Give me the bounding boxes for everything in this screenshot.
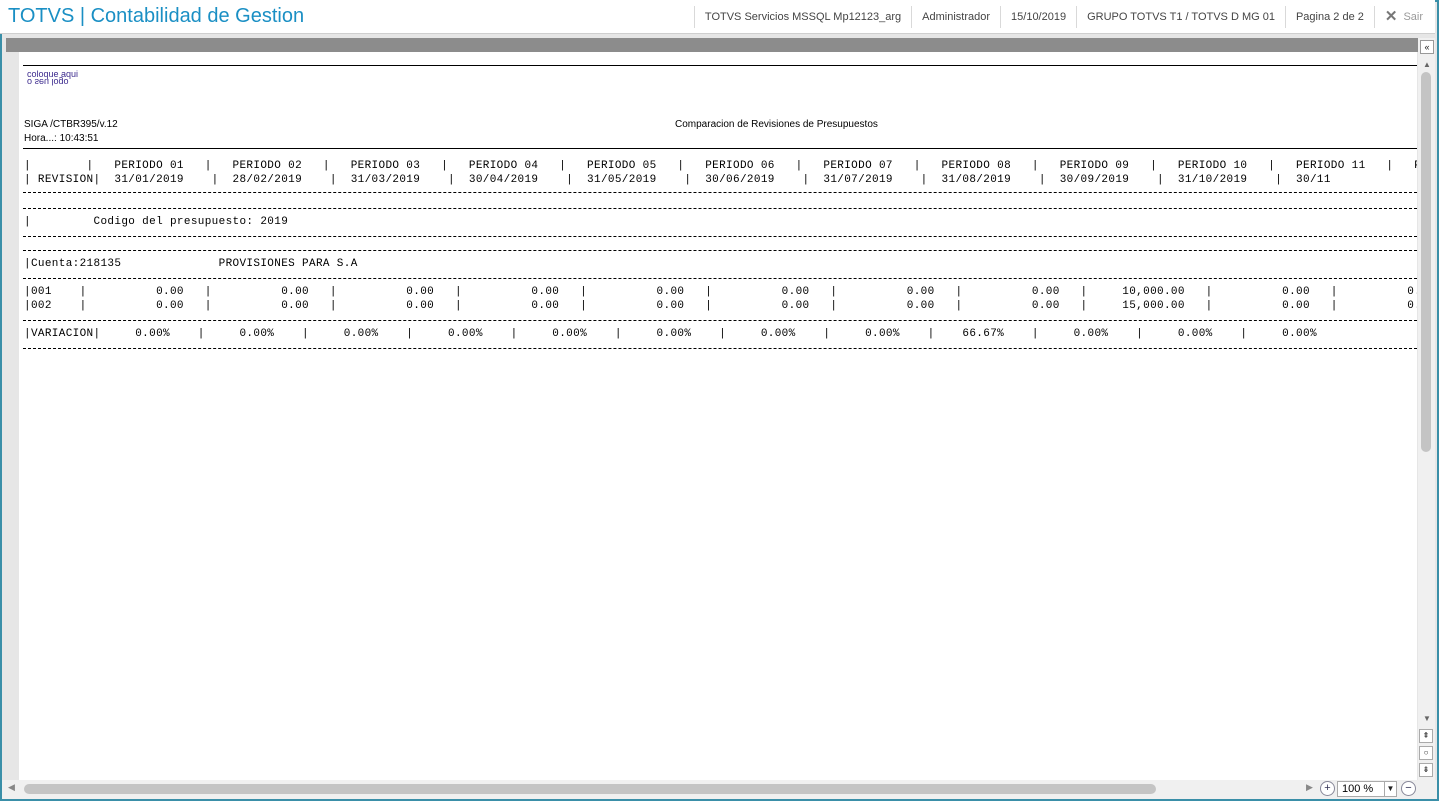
zoom-value: 100 % xyxy=(1342,783,1374,795)
scroll-up-icon[interactable]: ▲ xyxy=(1421,60,1433,69)
report-title: Comparacion de Revisiones de Presupuesto… xyxy=(675,119,878,130)
zoom-in-icon[interactable]: + xyxy=(1320,781,1335,796)
close-icon: ✕ xyxy=(1384,8,1398,25)
report-page: coloque aqui o seu logo SIGA /CTBR395/v.… xyxy=(19,52,1417,780)
variation-row: |VARIACION| 0.00% | 0.00% | 0.00% | 0.00… xyxy=(24,328,1317,340)
zoom-out-icon[interactable]: − xyxy=(1401,781,1416,796)
exit-label: Sair xyxy=(1403,11,1423,23)
period-header-row: | | PERIODO 01 | PERIODO 02 | PERIODO 03… xyxy=(24,160,1417,172)
column-header-rule xyxy=(23,192,1417,193)
budget-top-rule xyxy=(23,208,1417,209)
header-rule xyxy=(23,148,1417,149)
budget-bottom-rule xyxy=(23,236,1417,237)
report-top-strip xyxy=(6,38,1420,52)
vertical-scroll-thumb[interactable] xyxy=(1421,72,1431,452)
revision-date-row: | REVISION| 31/01/2019 | 28/02/2019 | 31… xyxy=(24,174,1331,186)
account-line: |Cuenta:218135 PROVISIONES PARA S.A xyxy=(24,258,358,270)
pagination-label: Pagina 2 de 2 xyxy=(1284,6,1374,28)
logo-text-line2: o seu logo xyxy=(27,77,69,87)
date-label: 15/10/2019 xyxy=(1000,6,1076,28)
variation-bottom-rule xyxy=(23,348,1417,349)
budget-code-line: | Codigo del presupuesto: 2019 xyxy=(24,216,289,228)
scroll-right-icon[interactable]: ▶ xyxy=(1306,782,1313,793)
chevron-down-icon[interactable]: ▼ xyxy=(1384,782,1396,796)
table-row: |001 | 0.00 | 0.00 | 0.00 | 0.00 | 0.00 … xyxy=(24,286,1417,298)
horizontal-scroll-thumb[interactable] xyxy=(24,784,1156,794)
scroll-left-icon[interactable]: ◀ xyxy=(8,782,15,793)
app-header: TOTVS | Contabilidad de Gestion TOTVS Se… xyxy=(0,0,1435,34)
app-title: TOTVS | Contabilidad de Gestion xyxy=(8,5,305,27)
first-page-icon[interactable]: ⇞ xyxy=(1419,729,1433,743)
user-label: Administrador xyxy=(911,6,1000,28)
program-id: SIGA /CTBR395/v.12 xyxy=(24,119,118,130)
goto-page-icon[interactable]: ○ xyxy=(1419,746,1433,760)
report-top-rule xyxy=(23,65,1417,66)
variation-top-rule xyxy=(23,320,1417,321)
collapse-panel-icon[interactable]: « xyxy=(1420,40,1434,54)
header-info-bar: TOTVS Servicios MSSQL Mp12123_arg Admini… xyxy=(693,6,1435,28)
company-label: GRUPO TOTVS T1 / TOTVS D MG 01 xyxy=(1076,6,1285,28)
company-logo: coloque aqui o seu logo xyxy=(27,70,78,88)
scroll-down-icon[interactable]: ▼ xyxy=(1421,714,1433,723)
account-bottom-rule xyxy=(23,278,1417,279)
report-time: Hora...: 10:43:51 xyxy=(24,133,99,144)
table-row: |002 | 0.00 | 0.00 | 0.00 | 0.00 | 0.00 … xyxy=(24,300,1417,312)
environment-label: TOTVS Servicios MSSQL Mp12123_arg xyxy=(693,6,911,28)
account-top-rule xyxy=(23,250,1417,251)
last-page-icon[interactable]: ⇟ xyxy=(1419,763,1433,777)
zoom-select[interactable]: 100 % ▼ xyxy=(1337,781,1397,797)
exit-button[interactable]: ✕ Sair xyxy=(1373,6,1435,28)
